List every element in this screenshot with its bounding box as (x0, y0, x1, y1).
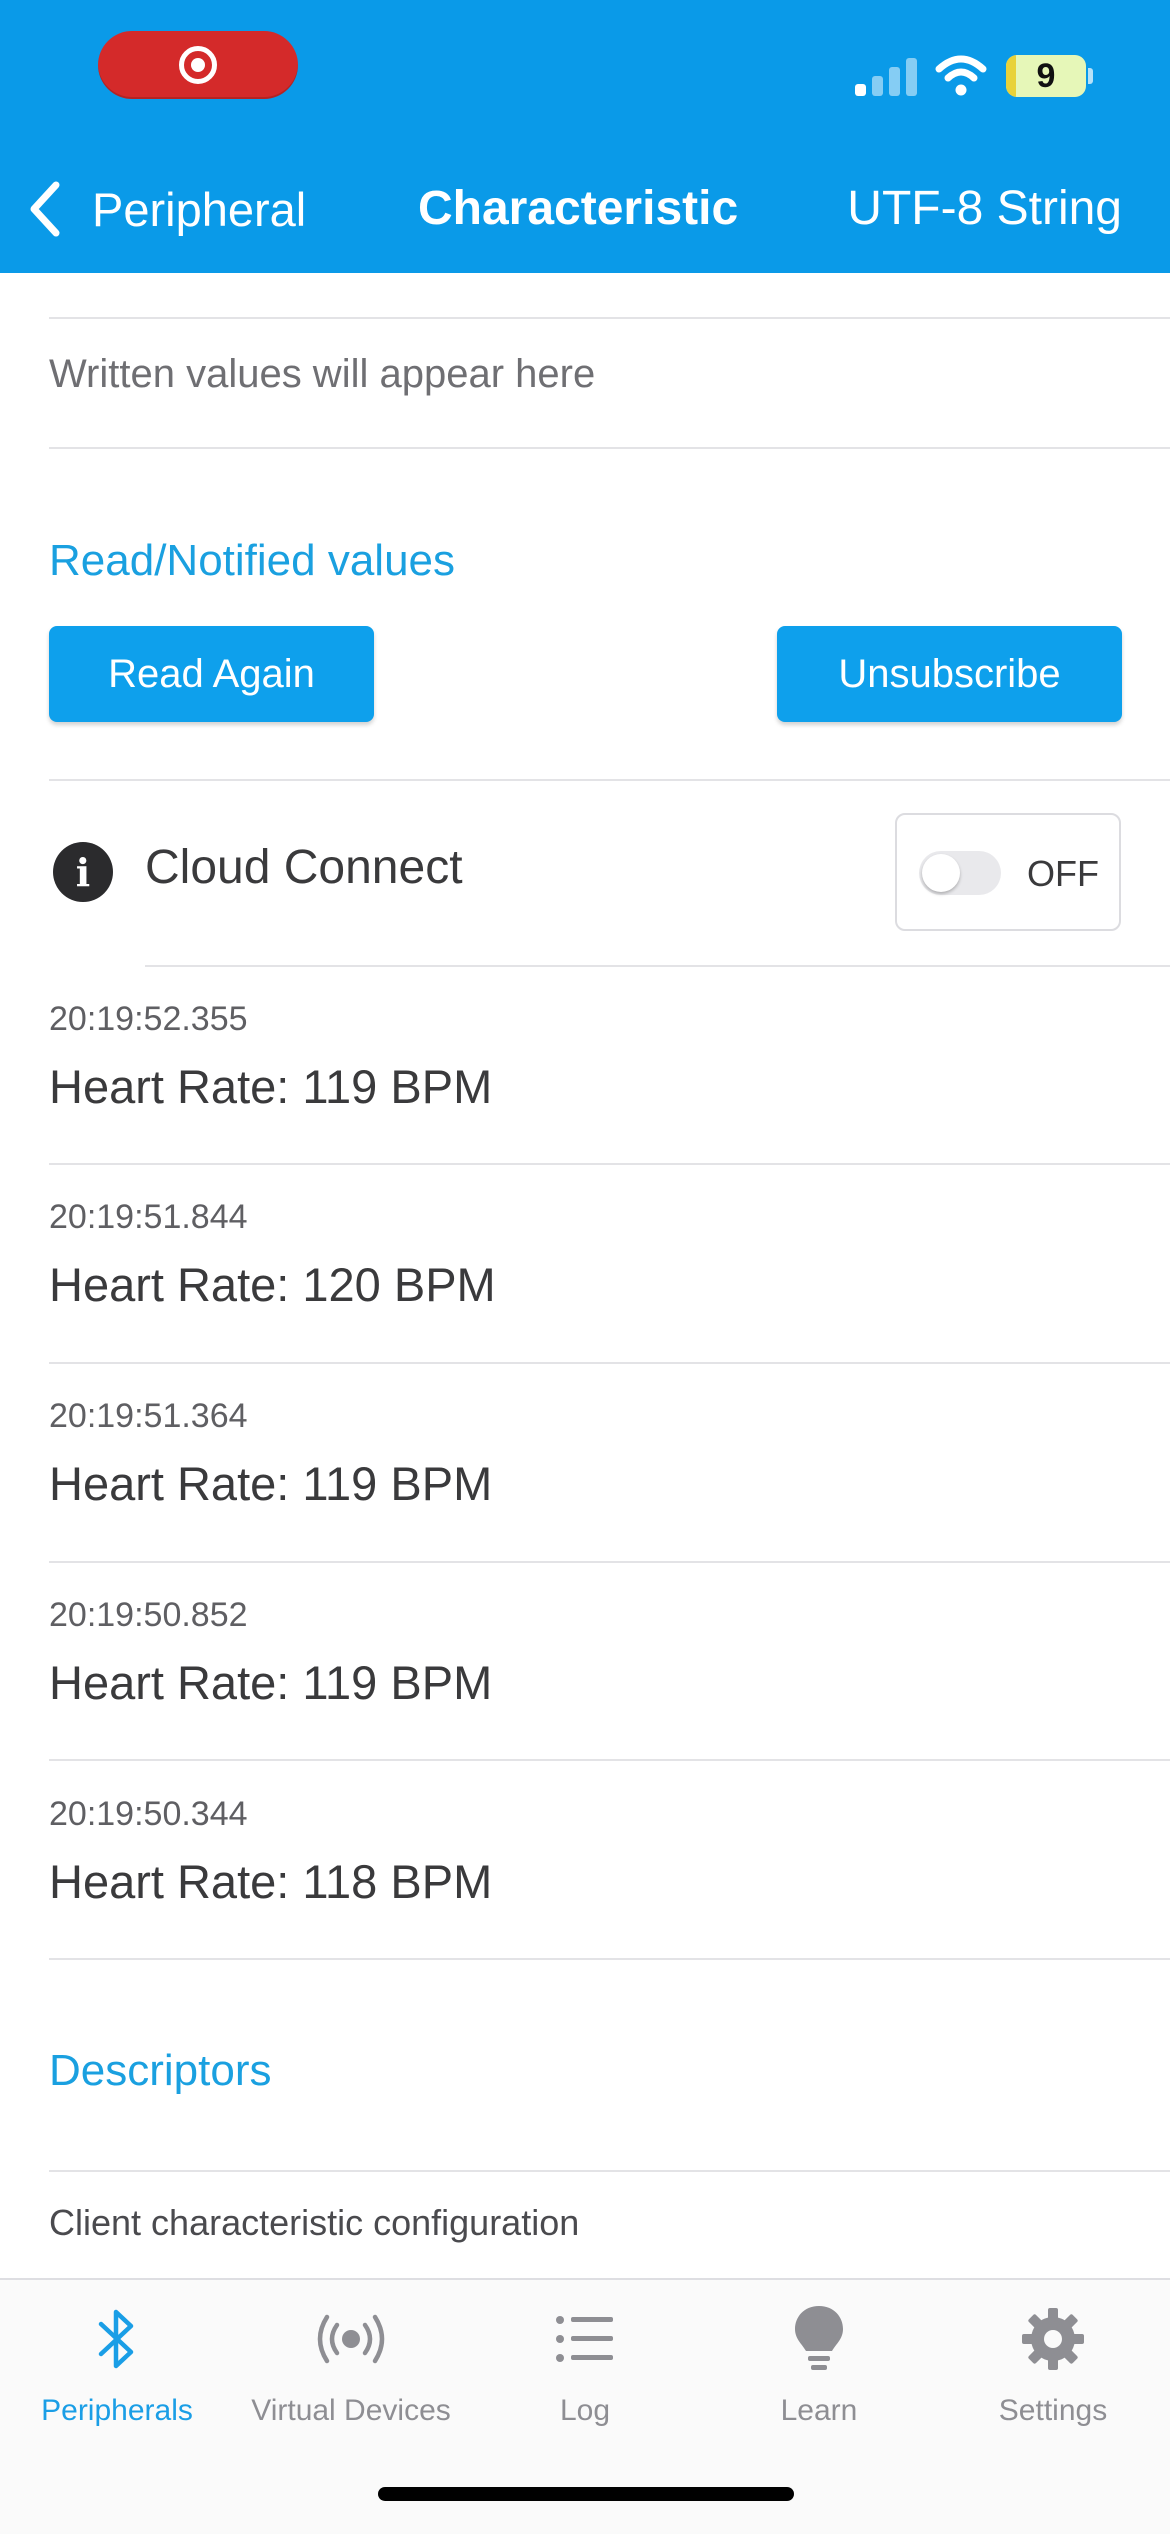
divider (49, 447, 1170, 449)
header: 9 Peripheral Characteristic UTF-8 String (0, 0, 1170, 273)
reading-value: Heart Rate: 119 BPM (49, 1656, 493, 1709)
tab-settings[interactable]: Settings (936, 2300, 1170, 2428)
cloud-connect-label: Cloud Connect (145, 841, 463, 894)
reading-timestamp: 20:19:51.364 (49, 1397, 248, 1435)
descriptors-heading: Descriptors (49, 2046, 272, 2095)
tab-label: Peripherals (41, 2394, 193, 2427)
list-item: 20:19:50.344 Heart Rate: 118 BPM (49, 1795, 1149, 1909)
screen-recording-indicator[interactable] (98, 31, 298, 99)
divider (49, 2170, 1170, 2172)
page-title: Characteristic (418, 182, 739, 235)
back-button[interactable]: Peripheral (24, 176, 306, 242)
bluetooth-icon (98, 2309, 134, 2369)
divider (49, 779, 1170, 781)
read-notified-heading: Read/Notified values (49, 536, 456, 585)
toggle-switch[interactable] (919, 851, 1001, 895)
tab-peripherals[interactable]: Peripherals (0, 2300, 234, 2428)
reading-value: Heart Rate: 120 BPM (49, 1258, 496, 1311)
tab-label: Settings (998, 2394, 1108, 2427)
tab-label: Virtual Devices (251, 2394, 451, 2427)
reading-timestamp: 20:19:50.344 (49, 1795, 248, 1833)
list-item: 20:19:50.852 Heart Rate: 119 BPM (49, 1596, 1149, 1710)
divider (49, 317, 1170, 319)
wifi-icon (935, 55, 987, 96)
read-again-button[interactable]: Read Again (49, 626, 374, 722)
descriptor-item[interactable]: Client characteristic configuration (49, 2202, 579, 2244)
chevron-left-icon (30, 181, 60, 237)
tab-label: Learn (780, 2394, 858, 2427)
record-icon (179, 46, 217, 84)
written-values-placeholder: Written values will appear here (49, 352, 596, 396)
unsubscribe-button[interactable]: Unsubscribe (777, 626, 1122, 722)
reading-timestamp: 20:19:50.852 (49, 1596, 248, 1634)
list-item: 20:19:51.844 Heart Rate: 120 BPM (49, 1198, 1149, 1312)
battery-indicator: 9 (1006, 55, 1086, 97)
gear-icon (1022, 2308, 1084, 2370)
list-item: 20:19:51.364 Heart Rate: 119 BPM (49, 1397, 1149, 1511)
cellular-signal-icon (855, 56, 917, 96)
reading-value: Heart Rate: 119 BPM (49, 1060, 493, 1113)
back-label: Peripheral (92, 182, 307, 236)
divider (145, 965, 1170, 967)
divider (49, 1561, 1170, 1563)
tab-virtual-devices[interactable]: Virtual Devices (234, 2300, 468, 2428)
info-icon[interactable]: i (53, 842, 113, 902)
broadcast-icon (317, 2314, 385, 2364)
list-item: 20:19:52.355 Heart Rate: 119 BPM (49, 1000, 1149, 1114)
divider (49, 1163, 1170, 1165)
divider (49, 1362, 1170, 1364)
home-indicator[interactable] (378, 2487, 794, 2501)
tab-log[interactable]: Log (468, 2300, 702, 2428)
reading-timestamp: 20:19:51.844 (49, 1198, 248, 1236)
tab-label: Log (559, 2394, 611, 2427)
reading-value: Heart Rate: 118 BPM (49, 1855, 493, 1908)
cloud-connect-toggle[interactable]: OFF (895, 813, 1121, 931)
divider (49, 1759, 1170, 1761)
reading-timestamp: 20:19:52.355 (49, 1000, 248, 1038)
reading-value: Heart Rate: 119 BPM (49, 1457, 493, 1510)
battery-cap (1088, 68, 1093, 84)
tab-learn[interactable]: Learn (702, 2300, 936, 2428)
toggle-state-label: OFF (1027, 853, 1099, 894)
format-selector[interactable]: UTF-8 String (847, 176, 1122, 242)
lightbulb-icon (795, 2306, 843, 2370)
divider (49, 1958, 1170, 1960)
list-icon (556, 2316, 613, 2362)
